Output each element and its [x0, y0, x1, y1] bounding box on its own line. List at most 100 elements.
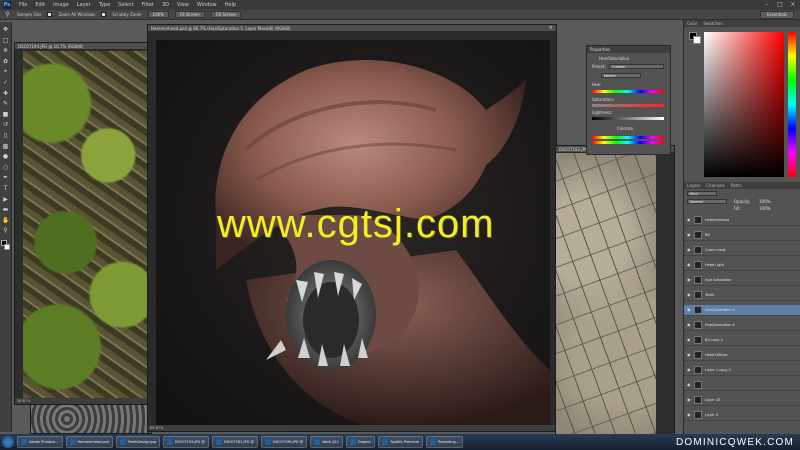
taskbar-item[interactable]: DSC07194.JPG @ [162, 436, 209, 448]
taskbar-item[interactable]: Recording... [426, 436, 464, 448]
zoom-icon[interactable]: ⚲ [2, 227, 9, 234]
fill-value[interactable]: 100% [759, 206, 770, 211]
stamp-icon[interactable]: ■ [2, 111, 9, 118]
visibility-eye-icon[interactable]: ◉ [687, 293, 691, 297]
layer-row[interactable]: ◉ BG [684, 230, 800, 241]
quick-select-icon[interactable]: ✿ [2, 58, 9, 65]
menu-layer[interactable]: Layer [77, 2, 91, 8]
marquee-icon[interactable]: □ [2, 37, 9, 44]
fill-screen-button[interactable]: Fill Screen [210, 11, 242, 18]
layer-row[interactable]: ◉ Hammerhead [684, 215, 800, 226]
hand-icon[interactable]: ✋ [2, 217, 9, 224]
zoom-tool-icon[interactable]: ⚲ [4, 11, 11, 18]
visibility-eye-icon[interactable]: ◉ [687, 233, 691, 237]
visibility-eye-icon[interactable]: ◉ [687, 413, 691, 417]
lightness-slider[interactable] [592, 117, 664, 120]
visibility-eye-icon[interactable]: ◉ [687, 338, 691, 342]
taskbar-item[interactable]: TeethDesign.jpg [115, 436, 160, 448]
taskbar-item[interactable]: DSC07196.JPG @ [261, 436, 308, 448]
dodge-icon[interactable]: ○ [2, 164, 9, 171]
visibility-eye-icon[interactable]: ◉ [687, 218, 691, 222]
menu-edit[interactable]: Edit [35, 2, 45, 8]
opacity-value[interactable]: 100% [759, 199, 770, 204]
menu-view[interactable]: View [177, 2, 189, 8]
path-select-icon[interactable]: ▶ [2, 196, 9, 203]
layer-row[interactable]: ◉ Head Light [684, 260, 800, 271]
layer-row[interactable]: ◉ Head Diffuse [684, 350, 800, 361]
visibility-eye-icon[interactable]: ◉ [687, 323, 691, 327]
visibility-eye-icon[interactable]: ◉ [687, 398, 691, 402]
tab-swatches[interactable]: Swatches [703, 20, 722, 27]
brush-icon[interactable]: ✎ [2, 100, 9, 107]
background-color-swatch[interactable] [4, 243, 10, 250]
layer-row[interactable]: ◉ Hue/Saturation 4 [684, 320, 800, 331]
taskbar-item[interactable]: Spotify Premium [378, 436, 424, 448]
background-color-mini-swatch[interactable] [693, 36, 701, 44]
preset-dropdown[interactable]: Custom [609, 64, 664, 69]
tab-color[interactable]: Color [687, 20, 697, 27]
saturation-slider[interactable] [592, 104, 664, 107]
document-window-teeth-reference[interactable] [30, 404, 152, 434]
close-document-icon[interactable]: × [549, 25, 553, 32]
visibility-eye-icon[interactable]: ◉ [687, 308, 691, 312]
shape-icon[interactable]: ▬ [2, 206, 9, 213]
maximize-icon[interactable]: □ [776, 1, 784, 8]
taskbar-item[interactable]: Hammerhead.psd [65, 436, 113, 448]
visibility-eye-icon[interactable]: ◉ [687, 248, 691, 252]
channel-dropdown[interactable]: Master [601, 73, 641, 78]
menu-filter[interactable]: Filter [142, 2, 154, 8]
layer-row[interactable]: ◉ Teeth [684, 290, 800, 301]
history-brush-icon[interactable]: ↺ [2, 121, 9, 128]
tab-channels[interactable]: Channels [706, 182, 725, 189]
visibility-eye-icon[interactable]: ◉ [687, 383, 691, 387]
layer-row[interactable]: ◉ Layer 10 [684, 395, 800, 406]
document-window-moss[interactable]: DSC07194.JPG @ 16.7% (RGB/8) 16.67% [14, 42, 164, 405]
document-title[interactable]: Hammerhead.psd @ 66.7% (Hue/Saturation 5… [148, 25, 556, 32]
document-title[interactable]: DSC07194.JPG @ 16.7% (RGB/8) [15, 43, 163, 50]
eraser-icon[interactable]: ▯ [2, 132, 9, 139]
menu-image[interactable]: Image [53, 2, 69, 8]
taskbar-item[interactable]: Organic [345, 436, 376, 448]
layer-row[interactable]: ◉ [684, 380, 800, 391]
layer-row[interactable]: ◉ Hue Saturation [684, 275, 800, 286]
tab-layers[interactable]: Layers [687, 182, 700, 189]
menu-3d[interactable]: 3D [162, 2, 169, 8]
workspace-switcher[interactable]: Essentials [759, 11, 794, 19]
lasso-icon[interactable]: ❈ [2, 47, 9, 54]
type-icon[interactable]: T [2, 185, 9, 192]
start-button-icon[interactable] [2, 436, 14, 448]
menu-window[interactable]: Window [197, 2, 217, 8]
move-icon[interactable]: ✥ [2, 26, 9, 33]
eyedropper-icon[interactable]: ✓ [2, 79, 9, 86]
layer-row[interactable]: ◉ Layer 4 [684, 410, 800, 421]
layer-row[interactable]: ◉ BG copy 2 [684, 335, 800, 346]
pen-icon[interactable]: ✒ [2, 174, 9, 181]
taskbar-item[interactable]: DSC07182.JPG @ [211, 436, 259, 448]
menu-help[interactable]: Help [225, 2, 236, 8]
visibility-eye-icon[interactable]: ◉ [687, 263, 691, 267]
zoom-100-button[interactable]: 100% [147, 11, 169, 18]
layer-row[interactable]: ◉ Layer 1 copy 2 [684, 365, 800, 376]
close-icon[interactable]: × [789, 1, 797, 8]
scrubby-zoom-checkbox[interactable] [101, 12, 107, 17]
tab-paths[interactable]: Paths [731, 182, 742, 189]
healing-icon[interactable]: ✚ [2, 90, 9, 97]
document-window-stone[interactable]: DSC07182.JPG [555, 145, 675, 435]
crop-icon[interactable]: ⌖ [2, 68, 9, 75]
fit-screen-button[interactable]: Fit Screen [174, 11, 205, 18]
zoom-all-windows-checkbox[interactable] [47, 12, 53, 17]
menu-file[interactable]: File [19, 2, 27, 8]
taskbar-item[interactable]: Adobe Photosh... [17, 436, 63, 448]
layer-row[interactable]: ◉ Gums mask [684, 245, 800, 256]
taskbar-item[interactable]: Work (D:) [310, 436, 343, 448]
layer-row[interactable]: ◉ Hue/Saturation 5 [684, 305, 800, 316]
layer-filter-dropdown[interactable]: Kind [687, 191, 717, 196]
hue-slider[interactable] [592, 90, 664, 93]
blend-mode-dropdown[interactable]: Normal [687, 199, 727, 204]
blur-icon[interactable]: ● [2, 153, 9, 160]
menu-select[interactable]: Select [118, 2, 133, 8]
hue-spectrum-slider[interactable] [788, 32, 796, 177]
color-swatches[interactable] [1, 239, 10, 250]
minimize-icon[interactable]: – [763, 1, 771, 8]
visibility-eye-icon[interactable]: ◉ [687, 278, 691, 282]
